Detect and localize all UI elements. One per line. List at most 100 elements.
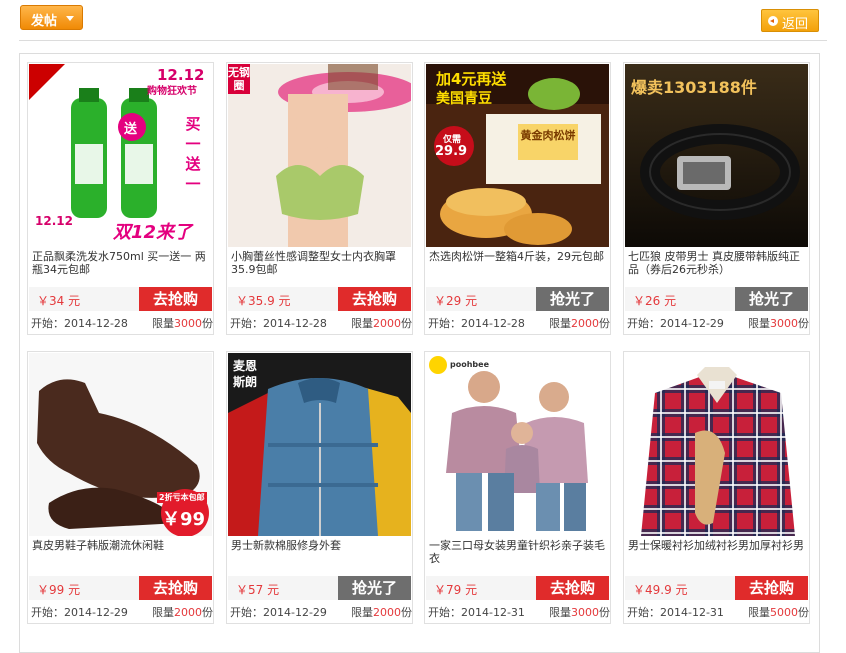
image-text-no-wire: 无钢圈 [228, 64, 250, 94]
price-bar: ￥26 元 抢光了 [625, 287, 808, 311]
start-date-value: 2014-12-28 [263, 317, 327, 330]
back-button[interactable]: 返回 [761, 9, 819, 32]
buy-now-button[interactable]: 去抢购 [536, 576, 609, 600]
price-bar: ￥35.9 元 去抢购 [228, 287, 411, 311]
start-date: 开始：2014-12-28 [428, 315, 525, 331]
limit-prefix: 限量 [351, 317, 373, 330]
limit-qty-value: 3000 [770, 317, 798, 330]
deal-meta: 开始：2014-12-31 限量5000份 [627, 604, 809, 620]
price-bar: ￥57 元 抢光了 [228, 576, 411, 600]
product-price: ￥49.9 元 [633, 583, 688, 597]
limit-unit: 份 [202, 606, 213, 619]
start-date: 开始：2014-12-29 [31, 604, 128, 620]
image-text-buy-one-get-one: 买一送一 [185, 115, 201, 193]
buy-now-button[interactable]: 去抢购 [338, 287, 411, 311]
limit-quantity: 限量3000份 [748, 315, 809, 331]
image-text-pork-floss-cake: 黄金肉松饼 [520, 129, 576, 142]
price-bar: ￥29 元 抢光了 [426, 287, 609, 311]
product-image[interactable]: 麦恩 斯朗 [228, 353, 411, 536]
product-image[interactable] [625, 353, 808, 536]
limit-unit: 份 [599, 606, 610, 619]
product-price: ￥99 元 [37, 583, 81, 597]
limit-qty-value: 5000 [770, 606, 798, 619]
product-card[interactable]: 男士保暖衬衫加绒衬衫男加厚衬衫男 ￥49.9 元 去抢购 开始：2014-12-… [623, 351, 810, 624]
product-price: ￥57 元 [236, 583, 280, 597]
start-date-value: 2014-12-31 [660, 606, 724, 619]
limit-unit: 份 [599, 317, 610, 330]
product-title[interactable]: 小胸蕾丝性感调整型女士内衣胸罩 35.9包邮 [231, 250, 409, 284]
start-date: 开始：2014-12-29 [627, 315, 724, 331]
limit-qty-value: 2000 [174, 606, 202, 619]
product-image[interactable]: 爆卖1303188件 [625, 64, 808, 247]
start-label: 开始： [627, 317, 660, 330]
product-card[interactable]: poohbee 一家三口母女装男童针织衫亲子装毛衣 ￥79 元 去抢购 开始：2… [424, 351, 611, 624]
buy-now-button[interactable]: 去抢购 [139, 287, 212, 311]
sold-out-button[interactable]: 抢光了 [338, 576, 411, 600]
sold-out-button[interactable]: 抢光了 [735, 287, 808, 311]
product-image[interactable]: 无钢圈 [228, 64, 411, 247]
limit-qty-value: 2000 [373, 606, 401, 619]
limit-quantity: 限量5000份 [748, 604, 809, 620]
product-card[interactable]: 加4元再送 美国青豆 仅需 29.9 黄金肉松饼 杰选肉松饼一整箱4斤装，29元… [424, 62, 611, 335]
image-text-1212-bottom: 12.12 [35, 214, 73, 228]
price-bar: ￥79 元 去抢购 [426, 576, 609, 600]
product-card[interactable]: 无钢圈 小胸蕾丝性感调整型女士内衣胸罩 35.9包邮 ￥35.9 元 去抢购 开… [226, 62, 413, 335]
start-date-value: 2014-12-29 [660, 317, 724, 330]
product-price: ￥29 元 [434, 294, 478, 308]
image-text-discount: 2折亏本包邮 [157, 492, 207, 503]
product-image[interactable]: 加4元再送 美国青豆 仅需 29.9 黄金肉松饼 [426, 64, 609, 247]
post-button[interactable]: 发帖 [20, 5, 83, 30]
limit-unit: 份 [401, 606, 412, 619]
limit-unit: 份 [202, 317, 213, 330]
product-card[interactable]: 2折亏本包邮 ￥99 真皮男鞋子韩版潮流休闲鞋 ￥99 元 去抢购 开始：201… [27, 351, 214, 624]
product-price: ￥34 元 [37, 294, 81, 308]
product-image[interactable]: 12.12 购物狂欢节 送 买一送一 12.12 双12来了 [29, 64, 212, 247]
product-title[interactable]: 一家三口母女装男童针织衫亲子装毛衣 [429, 539, 607, 573]
limit-qty-value: 2000 [571, 317, 599, 330]
limit-prefix: 限量 [351, 606, 373, 619]
back-button-label: 返回 [782, 17, 809, 32]
limit-qty-value: 3000 [174, 317, 202, 330]
deal-meta: 开始：2014-12-28 限量3000份 [31, 315, 213, 331]
product-title[interactable]: 杰选肉松饼一整箱4斤装，29元包邮 [429, 250, 607, 284]
product-price: ￥26 元 [633, 294, 677, 308]
price-bar: ￥99 元 去抢购 [29, 576, 212, 600]
start-date: 开始：2014-12-28 [230, 315, 327, 331]
price-bar: ￥34 元 去抢购 [29, 287, 212, 311]
product-title[interactable]: 七匹狼 皮带男士 真皮腰带韩版纯正品（券后26元秒杀） [628, 250, 806, 284]
start-label: 开始： [428, 606, 461, 619]
image-text-carnival: 购物狂欢节 [147, 86, 197, 97]
image-text-gift: 送 [124, 122, 138, 137]
start-date-value: 2014-12-31 [461, 606, 525, 619]
image-text-green-peas: 美国青豆 [436, 91, 492, 107]
sold-out-button[interactable]: 抢光了 [536, 287, 609, 311]
start-label: 开始： [31, 606, 64, 619]
limit-qty-value: 2000 [373, 317, 401, 330]
product-panel: 12.12 购物狂欢节 送 买一送一 12.12 双12来了 正品飘柔洗发水75… [19, 53, 820, 653]
product-image[interactable]: poohbee [426, 353, 609, 536]
limit-quantity: 限量3000份 [152, 315, 213, 331]
start-label: 开始： [428, 317, 461, 330]
toolbar-divider [19, 40, 827, 41]
buy-now-button[interactable]: 去抢购 [139, 576, 212, 600]
product-card[interactable]: 12.12 购物狂欢节 送 买一送一 12.12 双12来了 正品飘柔洗发水75… [27, 62, 214, 335]
start-label: 开始： [230, 317, 263, 330]
image-text-double-12: 双12来了 [113, 222, 193, 243]
start-date-value: 2014-12-29 [64, 606, 128, 619]
product-card[interactable]: 麦恩 斯朗 男士新款棉服修身外套 ￥57 元 抢光了 开始：2014-12-29… [226, 351, 413, 624]
product-title[interactable]: 真皮男鞋子韩版潮流休闲鞋 [32, 539, 210, 573]
limit-quantity: 限量2000份 [549, 315, 610, 331]
product-title[interactable]: 男士保暖衬衫加绒衬衫男加厚衬衫男 [628, 539, 806, 573]
buy-now-button[interactable]: 去抢购 [735, 576, 808, 600]
start-date: 开始：2014-12-31 [627, 604, 724, 620]
product-image[interactable]: 2折亏本包邮 ￥99 [29, 353, 212, 536]
start-date: 开始：2014-12-29 [230, 604, 327, 620]
limit-quantity: 限量3000份 [549, 604, 610, 620]
product-title[interactable]: 男士新款棉服修身外套 [231, 539, 409, 573]
image-text-sold-count: 爆卖1303188件 [631, 78, 757, 97]
product-card[interactable]: 爆卖1303188件 七匹狼 皮带男士 真皮腰带韩版纯正品（券后26元秒杀） ￥… [623, 62, 810, 335]
chevron-down-icon [66, 16, 74, 21]
product-title[interactable]: 正品飘柔洗发水750ml 买一送一 两瓶34元包邮 [32, 250, 210, 284]
image-text-plus-4: 加4元再送 [436, 70, 507, 88]
deal-meta: 开始：2014-12-29 限量3000份 [627, 315, 809, 331]
